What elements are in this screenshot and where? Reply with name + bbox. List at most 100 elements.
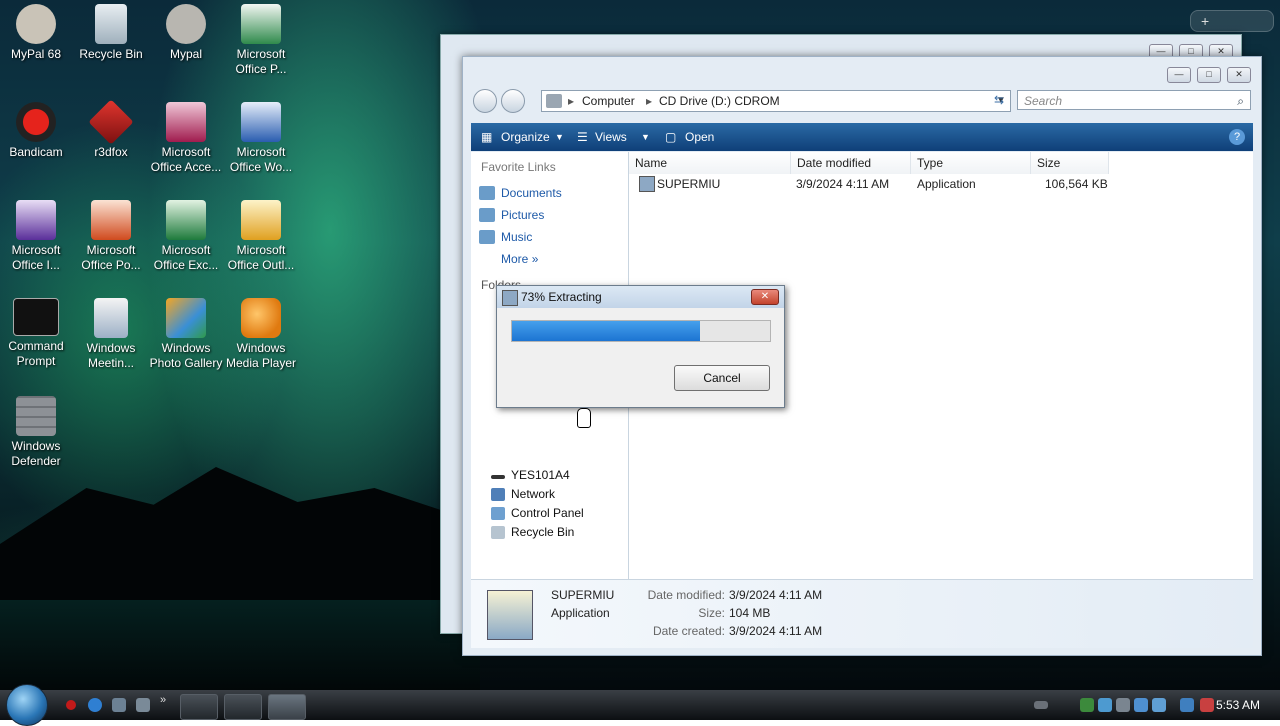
desktop-icon-label: Mypal bbox=[169, 47, 202, 61]
favorite-links-heading: Favorite Links bbox=[481, 160, 556, 174]
minimize-button[interactable]: — bbox=[1167, 67, 1191, 83]
search-placeholder: Search bbox=[1024, 94, 1063, 108]
record-icon[interactable] bbox=[66, 700, 76, 710]
desktop-icon-label: Microsoft Office Outl... bbox=[227, 243, 295, 272]
extract-progress-dialog[interactable]: 73% Extracting ✕ Cancel bbox=[496, 285, 785, 408]
desktop-icon-office-outlook[interactable]: Microsoft Office Outl... bbox=[222, 196, 300, 273]
favorite-link-music[interactable]: Music bbox=[479, 230, 533, 244]
taskbar-app-button[interactable] bbox=[224, 694, 262, 720]
desktop-icon-windows-meeting[interactable]: Windows Meetin... bbox=[72, 294, 150, 371]
plus-icon[interactable]: + bbox=[1201, 13, 1209, 29]
column-header-name[interactable]: Name bbox=[629, 152, 791, 174]
desktop-icon-mypal[interactable]: Mypal bbox=[147, 0, 225, 62]
network-tray-icon[interactable] bbox=[1098, 698, 1112, 712]
volume-tray-icon[interactable] bbox=[1116, 698, 1130, 712]
desktop-icon-label: Microsoft Office I... bbox=[11, 243, 61, 272]
tray-icon[interactable] bbox=[1152, 698, 1166, 712]
organize-button[interactable]: Organize bbox=[501, 123, 550, 151]
address-row: ▸ Computer ▸ CD Drive (D:) CDROM ▼ ⇆ Sea… bbox=[471, 87, 1253, 117]
tree-item-recycle-bin[interactable]: Recycle Bin bbox=[491, 525, 574, 539]
help-icon[interactable]: ? bbox=[1229, 129, 1245, 145]
sidebar-gadget-controls[interactable]: + bbox=[1190, 10, 1274, 32]
cancel-button[interactable]: Cancel bbox=[674, 365, 770, 391]
desktop-icon-label: Microsoft Office Acce... bbox=[150, 145, 222, 174]
favorite-link-documents[interactable]: Documents bbox=[479, 186, 562, 200]
details-date-created: 3/9/2024 4:11 AM bbox=[729, 624, 823, 638]
lake bbox=[0, 600, 480, 690]
chevron-down-icon[interactable]: ▼ bbox=[555, 123, 564, 151]
powerpoint-icon bbox=[91, 200, 131, 240]
details-type: Application bbox=[551, 606, 610, 620]
taskbar: » 5:53 AM bbox=[0, 684, 1280, 726]
link-label: Documents bbox=[501, 186, 562, 200]
desktop-icon-photo-gallery[interactable]: Windows Photo Gallery bbox=[147, 294, 225, 371]
raccoon-icon bbox=[16, 4, 56, 44]
file-name: SUPERMIU bbox=[657, 177, 721, 191]
tree-label: Network bbox=[511, 487, 556, 501]
show-desktop-icon[interactable] bbox=[112, 698, 126, 712]
switch-windows-icon[interactable] bbox=[136, 698, 150, 712]
taskbar-explorer-button[interactable] bbox=[180, 694, 218, 720]
maximize-button[interactable]: □ bbox=[1197, 67, 1221, 83]
chevron-down-icon[interactable]: ▼ bbox=[641, 123, 650, 151]
address-bar[interactable]: ▸ Computer ▸ CD Drive (D:) CDROM ▼ bbox=[541, 90, 1011, 112]
double-chevron-icon: » bbox=[531, 252, 539, 266]
views-button[interactable]: Views bbox=[595, 123, 627, 151]
desktop-icon-office-access[interactable]: Microsoft Office Acce... bbox=[147, 98, 225, 175]
column-header-size[interactable]: Size bbox=[1031, 152, 1109, 174]
taskbar-extract-button[interactable] bbox=[268, 694, 306, 720]
link-label: Music bbox=[501, 230, 533, 244]
internet-explorer-icon[interactable] bbox=[88, 698, 102, 712]
search-input[interactable]: Search ⌕ bbox=[1017, 90, 1251, 110]
dialog-title: 73% Extracting bbox=[521, 290, 602, 304]
defender-tray-icon[interactable] bbox=[1080, 698, 1094, 712]
breadcrumb-cd-drive[interactable]: CD Drive (D:) CDROM bbox=[659, 91, 780, 111]
keyboard-icon[interactable] bbox=[1034, 701, 1048, 709]
link-label: Pictures bbox=[501, 208, 545, 222]
desktop-icon-label: Microsoft Office Exc... bbox=[153, 243, 219, 272]
desktop-icon-office-publisher[interactable]: Microsoft Office P... bbox=[222, 0, 300, 77]
desktop-icon-mypal68[interactable]: MyPal 68 bbox=[0, 0, 75, 62]
tree-item-control-panel[interactable]: Control Panel bbox=[491, 506, 584, 520]
double-chevron-icon[interactable]: » bbox=[160, 694, 166, 706]
network-status-icon[interactable] bbox=[1180, 698, 1194, 712]
table-row[interactable]: SUPERMIU 3/9/2024 4:11 AM Application 10… bbox=[629, 174, 1109, 194]
desktop-icon-office-powerpoint[interactable]: Microsoft Office Po... bbox=[72, 196, 150, 273]
open-button[interactable]: Open bbox=[685, 123, 714, 151]
application-icon bbox=[639, 176, 655, 192]
tree-item-yes101a4[interactable]: YES101A4 bbox=[491, 468, 570, 482]
desktop-icon-office-excel[interactable]: Microsoft Office Exc... bbox=[147, 196, 225, 273]
column-header-type[interactable]: Type bbox=[911, 152, 1031, 174]
forward-button[interactable] bbox=[501, 89, 525, 113]
open-icon: ▢ bbox=[665, 130, 677, 144]
volume-muted-icon[interactable] bbox=[1200, 698, 1214, 712]
application-icon bbox=[502, 290, 518, 306]
network-icon bbox=[491, 488, 505, 501]
desktop-icon-bandicam[interactable]: Bandicam bbox=[0, 98, 75, 160]
access-icon bbox=[166, 102, 206, 142]
desktop-icon-label: Windows Photo Gallery bbox=[149, 341, 223, 370]
column-header-date[interactable]: Date modified bbox=[791, 152, 911, 174]
desktop-icon-command-prompt[interactable]: Command Prompt bbox=[0, 294, 75, 369]
back-button[interactable] bbox=[473, 89, 497, 113]
details-date-modified: 3/9/2024 4:11 AM bbox=[729, 588, 823, 602]
desktop-icon-r3dfox[interactable]: r3dfox bbox=[72, 98, 150, 160]
bandicam-icon bbox=[16, 102, 56, 142]
more-links-button[interactable]: More » bbox=[501, 252, 538, 266]
desktop-icon-office-infopath[interactable]: Microsoft Office I... bbox=[0, 196, 75, 273]
window-caption-buttons: — □ ✕ bbox=[1161, 66, 1251, 83]
breadcrumb-computer[interactable]: Computer bbox=[582, 91, 635, 111]
desktop-icon-windows-defender[interactable]: Windows Defender bbox=[0, 392, 75, 469]
desktop-icon-office-word[interactable]: Microsoft Office Wo... bbox=[222, 98, 300, 175]
organize-icon: ▦ bbox=[481, 130, 493, 144]
desktop-icon-recycle-bin[interactable]: Recycle Bin bbox=[72, 0, 150, 62]
close-button[interactable]: ✕ bbox=[1227, 67, 1251, 83]
desktop-icon-label: Microsoft Office P... bbox=[235, 47, 287, 76]
tray-icon[interactable] bbox=[1134, 698, 1148, 712]
favorite-link-pictures[interactable]: Pictures bbox=[479, 208, 545, 222]
desktop-icon-media-player[interactable]: Windows Media Player bbox=[222, 294, 300, 371]
refresh-icon[interactable]: ⇆ bbox=[989, 90, 1009, 110]
dialog-close-button[interactable]: ✕ bbox=[751, 289, 779, 305]
clock[interactable]: 5:53 AM bbox=[1216, 690, 1260, 720]
tree-item-network[interactable]: Network bbox=[491, 487, 556, 501]
